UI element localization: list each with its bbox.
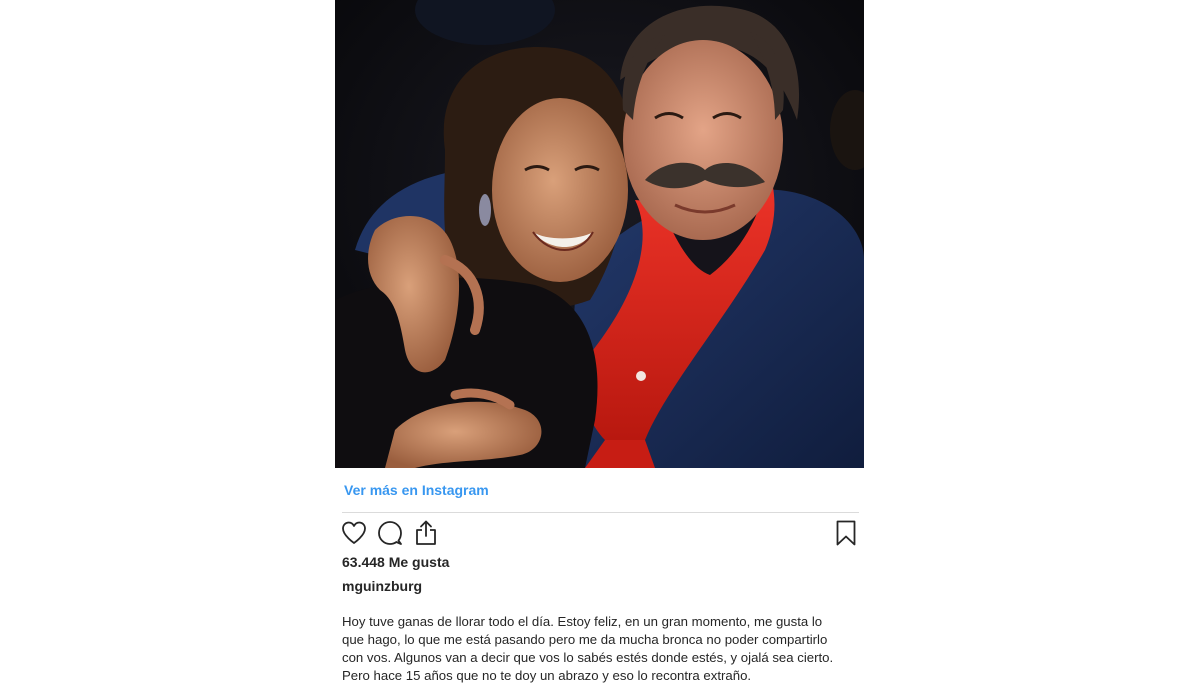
comment-icon[interactable]: [376, 519, 404, 547]
likes-count[interactable]: 63.448 Me gusta: [342, 554, 449, 570]
username-link[interactable]: mguinzburg: [342, 578, 422, 594]
share-icon[interactable]: [412, 519, 440, 547]
caption-line: Pero hace 15 años que no te doy un abraz…: [342, 668, 752, 683]
post-caption: Hoy tuve ganas de llorar todo el día. Es…: [342, 613, 862, 685]
instagram-embed: Ver más en Instagram 63.448 Me gusta mgu…: [335, 0, 864, 683]
caption-line: con vos. Algunos van a decir que vos lo …: [342, 650, 834, 665]
view-more-on-instagram-link[interactable]: Ver más en Instagram: [344, 482, 489, 498]
bookmark-icon[interactable]: [832, 519, 860, 547]
caption-line: que hago, lo que me está pasando pero me…: [342, 632, 828, 647]
post-photo[interactable]: [335, 0, 864, 468]
caption-line: Hoy tuve ganas de llorar todo el día. Es…: [342, 614, 823, 629]
divider: [342, 512, 859, 513]
post-actions-bar: [340, 519, 860, 547]
heart-icon[interactable]: [340, 519, 368, 547]
